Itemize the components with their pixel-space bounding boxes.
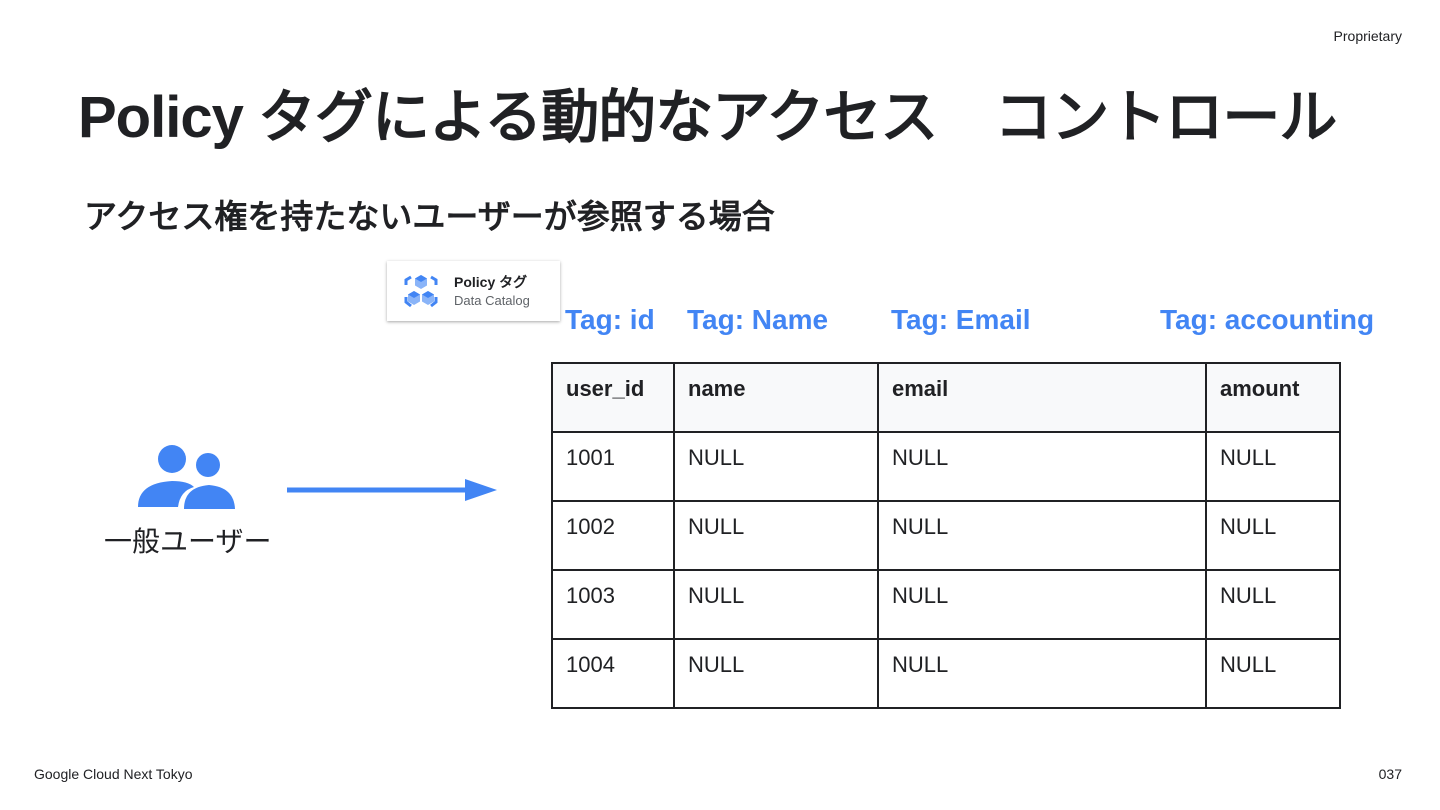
proprietary-label: Proprietary xyxy=(1333,28,1402,44)
column-header: email xyxy=(877,362,1207,433)
table-cell: 1001 xyxy=(551,431,675,502)
column-header: amount xyxy=(1205,362,1341,433)
people-icon xyxy=(138,445,235,509)
tag-name-label: Tag: Name xyxy=(687,304,829,335)
table-row: 1002 NULL NULL NULL xyxy=(551,500,1341,571)
tag-accounting-label: Tag: accounting xyxy=(1160,304,1375,335)
data-catalog-icon xyxy=(404,275,438,308)
policy-tag-card: Policy タグ Data Catalog xyxy=(387,261,560,321)
table-cell: 1004 xyxy=(551,638,675,709)
arrow-right-icon xyxy=(287,479,497,501)
policy-tag-name: Policy タグ xyxy=(454,274,528,290)
general-user-label: 一般ユーザー xyxy=(104,526,272,557)
tag-email-label: Tag: Email xyxy=(891,304,1031,335)
table-cell: NULL xyxy=(673,500,879,571)
table-header-row: user_id name email amount xyxy=(551,362,1341,433)
table-cell: NULL xyxy=(1205,431,1341,502)
table-cell: NULL xyxy=(1205,638,1341,709)
data-table: user_id name email amount 1001 NULL NULL… xyxy=(551,362,1341,709)
table-cell: 1002 xyxy=(551,500,675,571)
column-header: name xyxy=(673,362,879,433)
table-cell: NULL xyxy=(1205,500,1341,571)
table-row: 1001 NULL NULL NULL xyxy=(551,431,1341,502)
slide-subtitle: アクセス権を持たないユーザーが参照する場合 xyxy=(84,198,775,235)
table-cell: NULL xyxy=(877,569,1207,640)
table-cell: NULL xyxy=(877,638,1207,709)
table-cell: NULL xyxy=(673,569,879,640)
table-cell: NULL xyxy=(673,638,879,709)
table-cell: 1003 xyxy=(551,569,675,640)
table-row: 1003 NULL NULL NULL xyxy=(551,569,1341,640)
tag-id-label: Tag: id xyxy=(565,304,655,335)
table-row: 1004 NULL NULL NULL xyxy=(551,638,1341,709)
footer-event-name: Google Cloud Next Tokyo xyxy=(34,766,193,782)
table-cell: NULL xyxy=(673,431,879,502)
column-header: user_id xyxy=(551,362,675,433)
table-cell: NULL xyxy=(1205,569,1341,640)
table-cell: NULL xyxy=(877,500,1207,571)
policy-tag-source: Data Catalog xyxy=(454,293,530,308)
page-number: 037 xyxy=(1378,766,1402,782)
slide-title: Policy タグによる動的なアクセス コントロール xyxy=(78,85,1337,150)
table-cell: NULL xyxy=(877,431,1207,502)
